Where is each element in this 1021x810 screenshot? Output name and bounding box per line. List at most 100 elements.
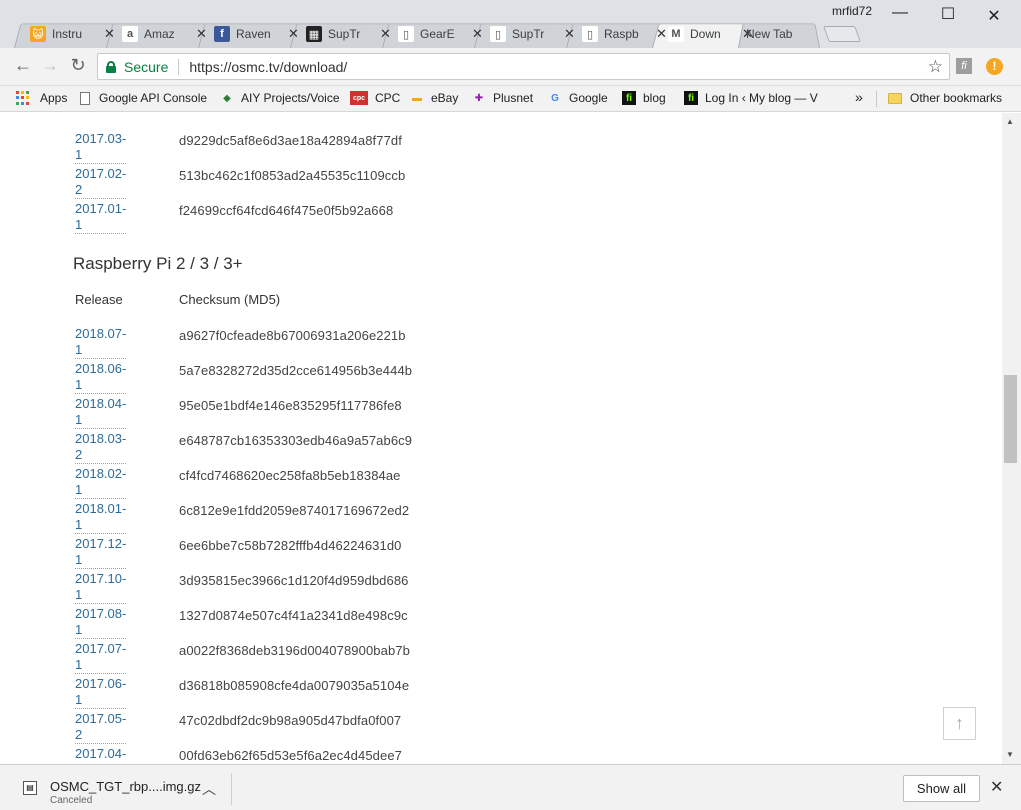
other-bookmarks[interactable]: Other bookmarks bbox=[888, 91, 1002, 105]
tab-favicon-icon: a bbox=[122, 26, 138, 42]
maximize-button[interactable]: ☐ bbox=[933, 4, 963, 24]
back-to-top-button[interactable]: ↑ bbox=[943, 707, 976, 740]
release-link[interactable]: 2017.12-1 bbox=[75, 536, 127, 569]
back-button[interactable]: ← bbox=[11, 55, 35, 76]
lock-icon bbox=[106, 60, 116, 73]
cpc-logo-icon: cpc bbox=[350, 91, 368, 105]
release-link[interactable]: 2018.06-1 bbox=[75, 361, 127, 394]
checksum-value: a0022f8368deb3196d004078900bab7b bbox=[179, 643, 410, 658]
bookmark-star-icon[interactable]: ☆ bbox=[928, 57, 943, 77]
google-icon: G bbox=[551, 92, 559, 104]
bookmark-label: Google API Console bbox=[99, 91, 208, 105]
checksum-value: 513bc462c1f0853ad2a45535c1109ccb bbox=[179, 168, 406, 183]
bookmark-item[interactable]: ◆ AIY Projects/Voice bbox=[220, 91, 339, 105]
release-link[interactable]: 2017.05-2 bbox=[75, 711, 127, 744]
bookmark-apps[interactable]: Apps bbox=[16, 91, 67, 105]
window-close-button[interactable]: ✕ bbox=[979, 6, 1009, 26]
release-link[interactable]: 2017.01-1 bbox=[75, 201, 127, 234]
url-text[interactable]: https://osmc.tv/download/ bbox=[189, 59, 347, 75]
release-link[interactable]: 2018.04-1 bbox=[75, 396, 127, 429]
checksum-value: 95e05e1bdf4e146e835295f117786fe8 bbox=[179, 398, 402, 413]
close-download-shelf-icon[interactable]: ✕ bbox=[990, 777, 1003, 797]
scrollbar-thumb[interactable] bbox=[1004, 375, 1017, 463]
page-icon bbox=[80, 91, 90, 105]
download-menu-chevron-icon[interactable]: ︿ bbox=[202, 779, 216, 799]
tab-close-icon[interactable]: ✕ bbox=[196, 26, 207, 42]
release-link[interactable]: 2018.07-1 bbox=[75, 326, 127, 359]
checksum-value: f24699ccf64fcd646f475e0f5b92a668 bbox=[179, 203, 394, 218]
more-bookmarks-chevron-icon[interactable]: » bbox=[855, 89, 863, 105]
column-header-release: Release bbox=[75, 292, 123, 307]
bookmark-label: Plusnet bbox=[493, 91, 534, 105]
bookmark-item[interactable]: fi blog bbox=[622, 91, 666, 105]
tab-close-icon[interactable]: ✕ bbox=[564, 26, 575, 42]
tab-title: SupTr bbox=[328, 27, 361, 41]
bookmark-item[interactable]: ✚ Plusnet bbox=[472, 91, 533, 105]
release-link[interactable]: 2017.02-2 bbox=[75, 166, 127, 199]
tab-title: New Tab bbox=[746, 27, 793, 41]
download-file-icon: ▤ bbox=[23, 781, 37, 795]
tab-close-icon[interactable]: ✕ bbox=[380, 26, 391, 42]
tab-title: Amaz bbox=[144, 27, 175, 41]
release-link[interactable]: 2017.04-1 bbox=[75, 746, 126, 764]
download-filename[interactable]: OSMC_TGT_rbp....img.gz bbox=[50, 779, 201, 794]
new-tab-button[interactable] bbox=[823, 26, 861, 42]
address-bar[interactable]: Secure https://osmc.tv/download/ ☆ bbox=[97, 53, 950, 80]
section-title: Raspberry Pi 2 / 3 / 3+ bbox=[73, 254, 243, 273]
bookmark-item[interactable]: Google API Console bbox=[80, 91, 207, 105]
bookmark-label: Google bbox=[569, 91, 608, 105]
tab-close-icon[interactable]: ✕ bbox=[104, 26, 115, 42]
tab-favicon-icon: 😺 bbox=[30, 26, 46, 42]
scroll-down-arrow-icon[interactable]: ▼ bbox=[1006, 750, 1014, 759]
bookmark-label: eBay bbox=[431, 91, 459, 105]
tab-favicon-icon: M bbox=[668, 26, 684, 42]
checksum-value: 3d935815ec3966c1d120f4d959dbd686 bbox=[179, 573, 409, 588]
bookmark-item[interactable]: G Google bbox=[548, 91, 608, 105]
tab-favicon-icon: ▯ bbox=[490, 26, 506, 42]
blog-icon: fi bbox=[684, 91, 698, 105]
blog-icon: fi bbox=[622, 91, 636, 105]
checksum-value: 00fd63eb62f65d53e5f6a2ec4d45dee7 bbox=[179, 748, 402, 763]
extension-icon[interactable]: fi bbox=[956, 58, 972, 74]
tab-close-icon[interactable]: ✕ bbox=[288, 26, 299, 42]
show-all-downloads-button[interactable]: Show all bbox=[903, 775, 980, 802]
checksum-value: 6ee6bbe7c58b7282fffb4d46224631d0 bbox=[179, 538, 402, 553]
alert-extension-icon[interactable]: ! bbox=[986, 58, 1003, 75]
title-bar: 😺 Instru ✕ a Amaz ✕ f Raven ✕ ▦ SupTr ✕ ▯ GearE ✕ ▯ SupT… bbox=[0, 0, 1021, 48]
checksum-value: 5a7e8328272d35d2cce614956b3e444b bbox=[179, 363, 413, 378]
profile-name[interactable]: mrfid72 bbox=[832, 4, 872, 18]
tab-favicon-icon: ▯ bbox=[398, 26, 414, 42]
download-divider bbox=[231, 773, 232, 805]
release-link[interactable]: 2017.07-1 bbox=[75, 641, 127, 674]
bookmark-label: CPC bbox=[375, 91, 401, 105]
page-scrollbar[interactable]: ▲ ▼ bbox=[1002, 113, 1021, 764]
release-link[interactable]: 2018.01-1 bbox=[75, 501, 127, 534]
bookmark-label: Log In ‹ My blog — V bbox=[705, 91, 818, 105]
tab-close-icon[interactable]: ✕ bbox=[656, 26, 667, 42]
reload-button[interactable]: ↻ bbox=[66, 55, 90, 76]
release-link[interactable]: 2017.08-1 bbox=[75, 606, 127, 639]
bookmark-item[interactable]: fi Log In ‹ My blog — V bbox=[684, 91, 818, 105]
forward-button[interactable]: → bbox=[38, 55, 62, 76]
bookmarks-divider bbox=[876, 91, 877, 107]
bookmark-item[interactable]: cpc CPC bbox=[350, 91, 400, 105]
checksum-value: cf4fcd7468620ec258fa8b5eb18384ae bbox=[179, 468, 401, 483]
secure-label[interactable]: Secure bbox=[124, 59, 168, 75]
bookmark-label: blog bbox=[643, 91, 666, 105]
folder-icon bbox=[888, 92, 902, 104]
ebay-icon: ▬ bbox=[412, 92, 422, 104]
address-divider bbox=[178, 58, 180, 75]
tab-title: GearE bbox=[420, 27, 455, 41]
checksum-value: d9229dc5af8e6d3ae18a42894a8f77df bbox=[179, 133, 402, 148]
release-link[interactable]: 2018.03-2 bbox=[75, 431, 127, 464]
bookmark-item[interactable]: ▬ eBay bbox=[410, 91, 458, 105]
scroll-up-arrow-icon[interactable]: ▲ bbox=[1006, 117, 1014, 126]
release-link[interactable]: 2017.10-1 bbox=[75, 571, 127, 604]
tab-favicon-icon: ▯ bbox=[582, 26, 598, 42]
release-link[interactable]: 2017.03-1 bbox=[75, 131, 127, 164]
diamond-icon: ◆ bbox=[223, 92, 231, 104]
release-link[interactable]: 2018.02-1 bbox=[75, 466, 127, 499]
minimize-button[interactable]: — bbox=[885, 4, 915, 22]
release-link[interactable]: 2017.06-1 bbox=[75, 676, 127, 709]
tab-close-icon[interactable]: ✕ bbox=[472, 26, 483, 42]
